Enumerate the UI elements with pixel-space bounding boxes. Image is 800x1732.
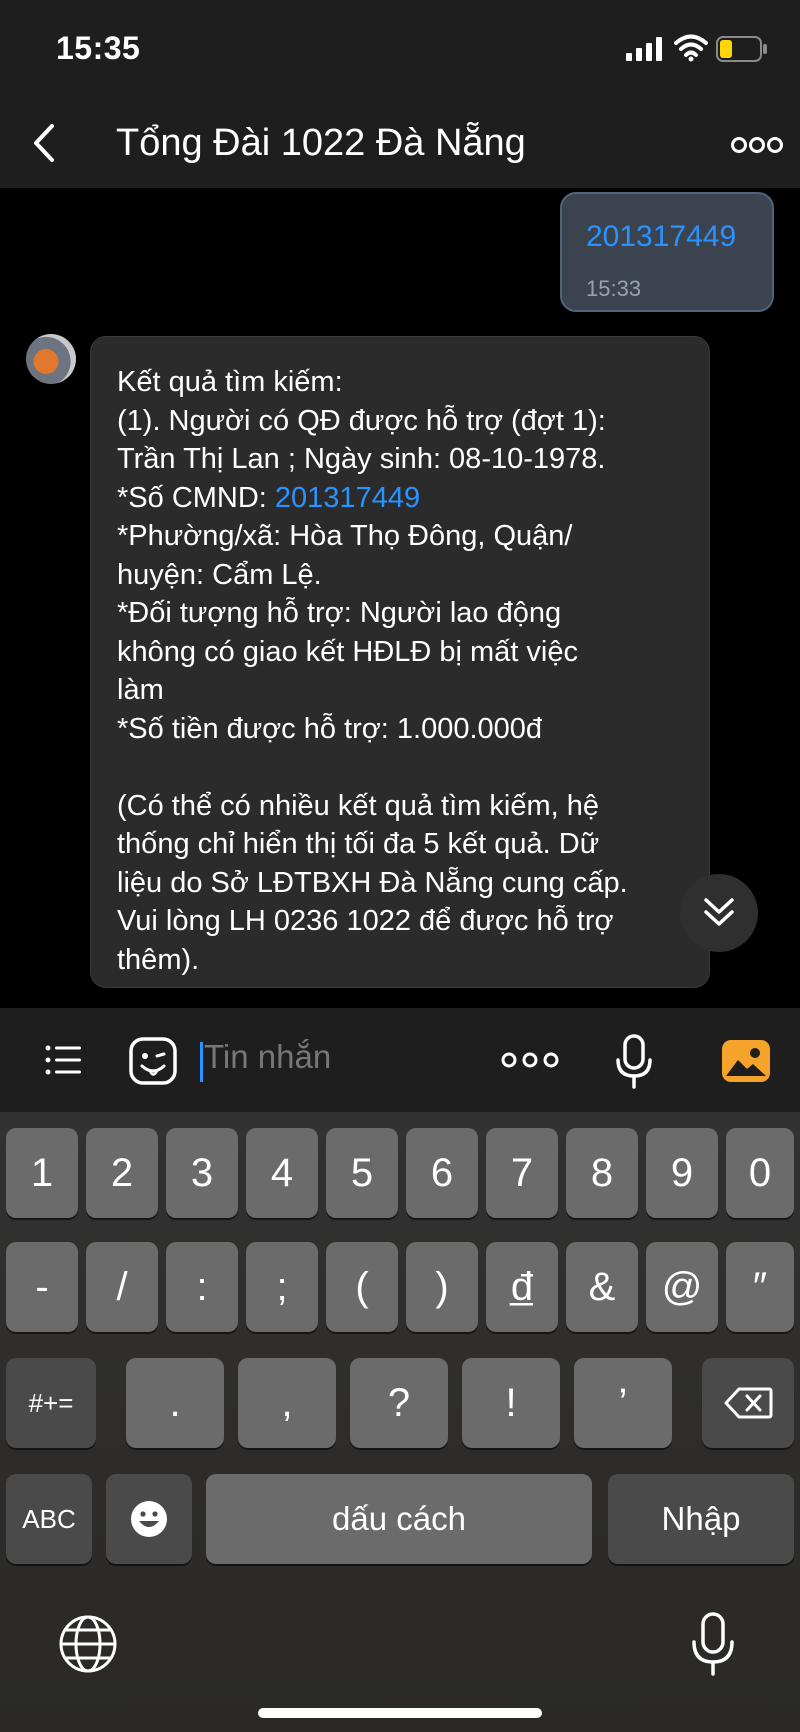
- chat-title[interactable]: Tổng Đài 1022 Đà Nẵng: [116, 122, 526, 165]
- microphone-icon[interactable]: [614, 1034, 654, 1090]
- message-line: *Số CMND: 201317449: [117, 479, 697, 518]
- key-9[interactable]: 9: [646, 1128, 718, 1218]
- id-number-link[interactable]: 201317449: [275, 482, 420, 514]
- key-question[interactable]: ?: [350, 1358, 448, 1448]
- backspace-key[interactable]: [702, 1358, 794, 1448]
- status-bar: 15:35: [0, 0, 800, 104]
- home-indicator[interactable]: [258, 1708, 542, 1718]
- key-more-symbols[interactable]: #+=: [6, 1358, 96, 1448]
- back-icon[interactable]: [28, 118, 64, 168]
- double-chevron-down-icon: [704, 898, 734, 926]
- message-line: Kết quả tìm kiếm:: [117, 366, 343, 398]
- key-double-quote[interactable]: ″: [726, 1242, 794, 1332]
- backspace-icon: [724, 1387, 773, 1419]
- emoji-key[interactable]: [106, 1474, 192, 1564]
- key-2[interactable]: 2: [86, 1128, 158, 1218]
- emoji-icon: [131, 1501, 167, 1537]
- key-slash[interactable]: /: [86, 1242, 158, 1332]
- message-line: (Có thể có nhiều kết quả tìm kiếm, hệ: [117, 789, 599, 822]
- message-line: làm: [117, 674, 164, 706]
- key-6[interactable]: 6: [406, 1128, 478, 1218]
- outgoing-message-text[interactable]: 201317449: [586, 220, 736, 254]
- menu-list-icon[interactable]: [44, 1040, 84, 1080]
- key-dong-sign[interactable]: đ̲: [486, 1242, 558, 1332]
- key-colon[interactable]: :: [166, 1242, 238, 1332]
- scroll-to-bottom-button[interactable]: [680, 874, 758, 952]
- message-line: *Số tiền được hỗ trợ: 1.000.000đ: [117, 712, 543, 745]
- message-list[interactable]: 201317449 15:33 Kết quả tìm kiếm: (1). N…: [0, 188, 800, 1008]
- message-line: *Đối tượng hỗ trợ: Người lao động: [117, 597, 562, 629]
- globe-icon[interactable]: [58, 1614, 118, 1674]
- message-line: không có giao kết HĐLĐ bị mất việc: [117, 635, 578, 668]
- dictation-microphone-icon[interactable]: [690, 1612, 736, 1676]
- outgoing-message-bubble[interactable]: 201317449 15:33: [560, 192, 774, 312]
- key-1[interactable]: 1: [6, 1128, 78, 1218]
- message-input[interactable]: Tin nhắn: [204, 1038, 331, 1076]
- key-semicolon[interactable]: ;: [246, 1242, 318, 1332]
- message-line: thêm).: [117, 943, 200, 976]
- space-key[interactable]: dấu cách: [206, 1474, 592, 1564]
- message-line-prefix: *Số CMND:: [117, 481, 275, 514]
- key-apostrophe[interactable]: ’: [574, 1358, 672, 1448]
- message-input-bar: Tin nhắn: [0, 1008, 800, 1112]
- avatar[interactable]: [26, 334, 76, 384]
- cellular-signal-icon: [626, 37, 662, 61]
- key-period[interactable]: .: [126, 1358, 224, 1448]
- key-ampersand[interactable]: &: [566, 1242, 638, 1332]
- wifi-icon: [674, 34, 708, 62]
- key-exclamation[interactable]: !: [462, 1358, 560, 1448]
- key-hyphen[interactable]: -: [6, 1242, 78, 1332]
- key-0[interactable]: 0: [726, 1128, 794, 1218]
- key-7[interactable]: 7: [486, 1128, 558, 1218]
- incoming-message-bubble[interactable]: Kết quả tìm kiếm: (1). Người có QĐ được …: [90, 336, 710, 988]
- outgoing-message-time: 15:33: [586, 276, 642, 301]
- message-line: *Phường/xã: Hòa Thọ Đông, Quận/: [117, 520, 573, 552]
- chat-header: Tổng Đài 1022 Đà Nẵng: [0, 104, 800, 188]
- message-line: Vui lòng LH 0236 1022 để được hỗ trợ: [117, 905, 614, 937]
- key-8[interactable]: 8: [566, 1128, 638, 1218]
- key-3[interactable]: 3: [166, 1128, 238, 1218]
- text-caret: [200, 1042, 203, 1082]
- photo-icon[interactable]: [720, 1038, 772, 1084]
- enter-key[interactable]: Nhập: [608, 1474, 794, 1564]
- key-comma[interactable]: ,: [238, 1358, 336, 1448]
- message-line: thống chỉ hiển thị tối đa 5 kết quả. Dữ: [117, 828, 600, 860]
- key-5[interactable]: 5: [326, 1128, 398, 1218]
- key-open-paren[interactable]: (: [326, 1242, 398, 1332]
- numeric-keyboard: 1 2 3 4 5 6 7 8 9 0 - / : ; ( ) đ̲ & @ ″…: [0, 1112, 800, 1732]
- sticker-icon[interactable]: [128, 1036, 178, 1086]
- more-input-options-icon[interactable]: [500, 1048, 560, 1072]
- message-line: (1). Người có QĐ được hỗ trợ (đợt 1):: [117, 404, 606, 437]
- message-line: liệu do Sở LĐTBXH Đà Nẵng cung cấp.: [117, 866, 628, 899]
- key-at[interactable]: @: [646, 1242, 718, 1332]
- message-line: huyện: Cẩm Lệ.: [117, 558, 322, 591]
- battery-icon: [716, 36, 767, 62]
- key-4[interactable]: 4: [246, 1128, 318, 1218]
- key-close-paren[interactable]: ): [406, 1242, 478, 1332]
- key-abc[interactable]: ABC: [6, 1474, 92, 1564]
- more-options-icon[interactable]: [730, 130, 784, 160]
- incoming-message-text: Kết quả tìm kiếm: (1). Người có QĐ được …: [117, 363, 697, 979]
- message-line: Trần Thị Lan ; Ngày sinh: 08-10-1978.: [117, 443, 606, 475]
- status-time: 15:35: [56, 30, 141, 66]
